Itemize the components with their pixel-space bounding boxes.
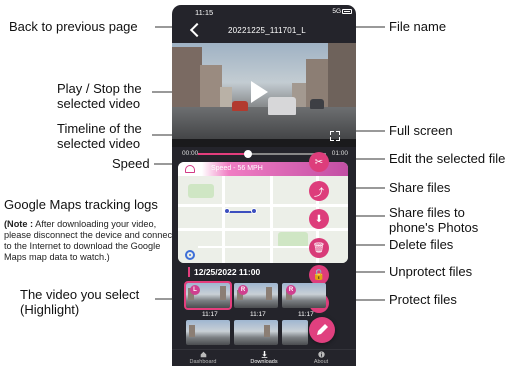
download-to-photos-icon: ⬇ — [314, 213, 324, 225]
time-end: 01:00 — [331, 150, 348, 157]
note-text: (Note : After downloading your video, pl… — [4, 219, 180, 263]
label-unprotect-files: Unprotect files — [389, 264, 473, 279]
label-share-photos: Share files to phone's Photos — [389, 205, 479, 235]
label-back: Back to previous page — [9, 19, 138, 34]
car — [232, 101, 248, 111]
label-play-stop: Play / Stop the selected video — [57, 81, 142, 111]
map-street — [198, 246, 318, 248]
fullscreen-icon[interactable] — [330, 131, 340, 141]
camera-badge: R — [286, 285, 296, 295]
bottom-nav: Dashboard Downloads About — [172, 349, 356, 366]
edit-scissors-button[interactable]: ✂ — [309, 152, 329, 172]
scissors-icon: ✂ — [314, 156, 324, 168]
status-time: 11:15 — [195, 8, 214, 17]
map-street — [178, 228, 348, 231]
note-prefix: (Note : — [4, 219, 34, 229]
nav-downloads-label: Downloads — [250, 359, 278, 365]
label-maps-tracking: Google Maps tracking logs — [4, 197, 158, 212]
map-street — [270, 176, 273, 263]
car — [268, 97, 296, 115]
label-delete-files: Delete files — [389, 237, 454, 252]
date-header: 12/25/2022 11:00 — [194, 267, 261, 277]
building — [328, 43, 356, 117]
phone-screen: 11:15 5G 20221225_111701_L 00:00 01:00 S… — [172, 5, 356, 366]
timeline-handle[interactable] — [243, 150, 252, 158]
file-name: 20221225_111701_L — [228, 26, 306, 35]
share-button[interactable]: ⤴ — [309, 181, 329, 201]
camera-badge: L — [190, 285, 200, 295]
map-park — [188, 184, 214, 198]
nav-downloads[interactable]: Downloads — [239, 351, 289, 365]
label-share-files: Share files — [389, 180, 451, 195]
play-icon[interactable] — [251, 81, 268, 103]
share-icon: ⤴ — [314, 187, 324, 199]
label-full-screen: Full screen — [389, 123, 453, 138]
route-end-marker — [251, 208, 257, 214]
video-player[interactable] — [172, 43, 356, 147]
thumbnail-time: 11:17 — [202, 311, 218, 318]
top-bar: 20221225_111701_L — [172, 19, 356, 43]
nav-dashboard[interactable]: Dashboard — [178, 351, 228, 365]
time-start: 00:00 — [182, 150, 199, 157]
label-protect-files: Protect files — [389, 292, 457, 307]
edit-fab-button[interactable] — [309, 317, 335, 343]
route-start-marker — [224, 208, 230, 214]
unlock-icon: 🔓 — [312, 269, 326, 281]
video-thumbnail[interactable] — [234, 320, 278, 345]
map-street — [222, 176, 225, 263]
label-video-select: The video you select (Highlight) — [20, 287, 140, 317]
nav-about-label: About — [313, 359, 329, 365]
battery-icon — [342, 9, 352, 14]
label-speed: Speed — [112, 156, 150, 171]
share-photos-button[interactable]: ⬇ — [309, 209, 329, 229]
thumbnail-time: 11:17 — [250, 311, 266, 318]
status-bar: 11:15 5G — [172, 5, 356, 19]
label-edit-file: Edit the selected file — [389, 151, 506, 166]
nav-dashboard-label: Dashboard — [189, 359, 217, 365]
delete-button[interactable]: 🗑 — [309, 238, 329, 258]
timeline-progress — [198, 153, 248, 155]
info-icon — [317, 351, 325, 358]
car — [310, 99, 324, 109]
signal-indicator: 5G — [332, 8, 341, 15]
pencil-icon — [317, 324, 328, 335]
trash-icon: 🗑 — [312, 242, 326, 254]
unprotect-button[interactable]: 🔓 — [309, 265, 329, 285]
label-file-name: File name — [389, 19, 447, 34]
date-header-marker — [188, 267, 190, 277]
back-arrow-icon[interactable] — [189, 22, 205, 38]
dashboard-edge — [172, 139, 356, 147]
speed-text: Speed - 56 MPH — [211, 165, 263, 172]
map-street — [178, 204, 348, 207]
label-timeline: Timeline of the selected video — [57, 121, 142, 151]
download-icon — [261, 351, 267, 358]
speedometer-icon — [185, 165, 195, 173]
home-icon — [200, 351, 206, 358]
nav-about[interactable]: About — [296, 351, 346, 365]
video-thumbnail[interactable] — [186, 320, 230, 345]
locate-icon[interactable] — [185, 250, 195, 260]
video-thumbnail[interactable] — [282, 320, 308, 345]
camera-badge: R — [238, 285, 248, 295]
